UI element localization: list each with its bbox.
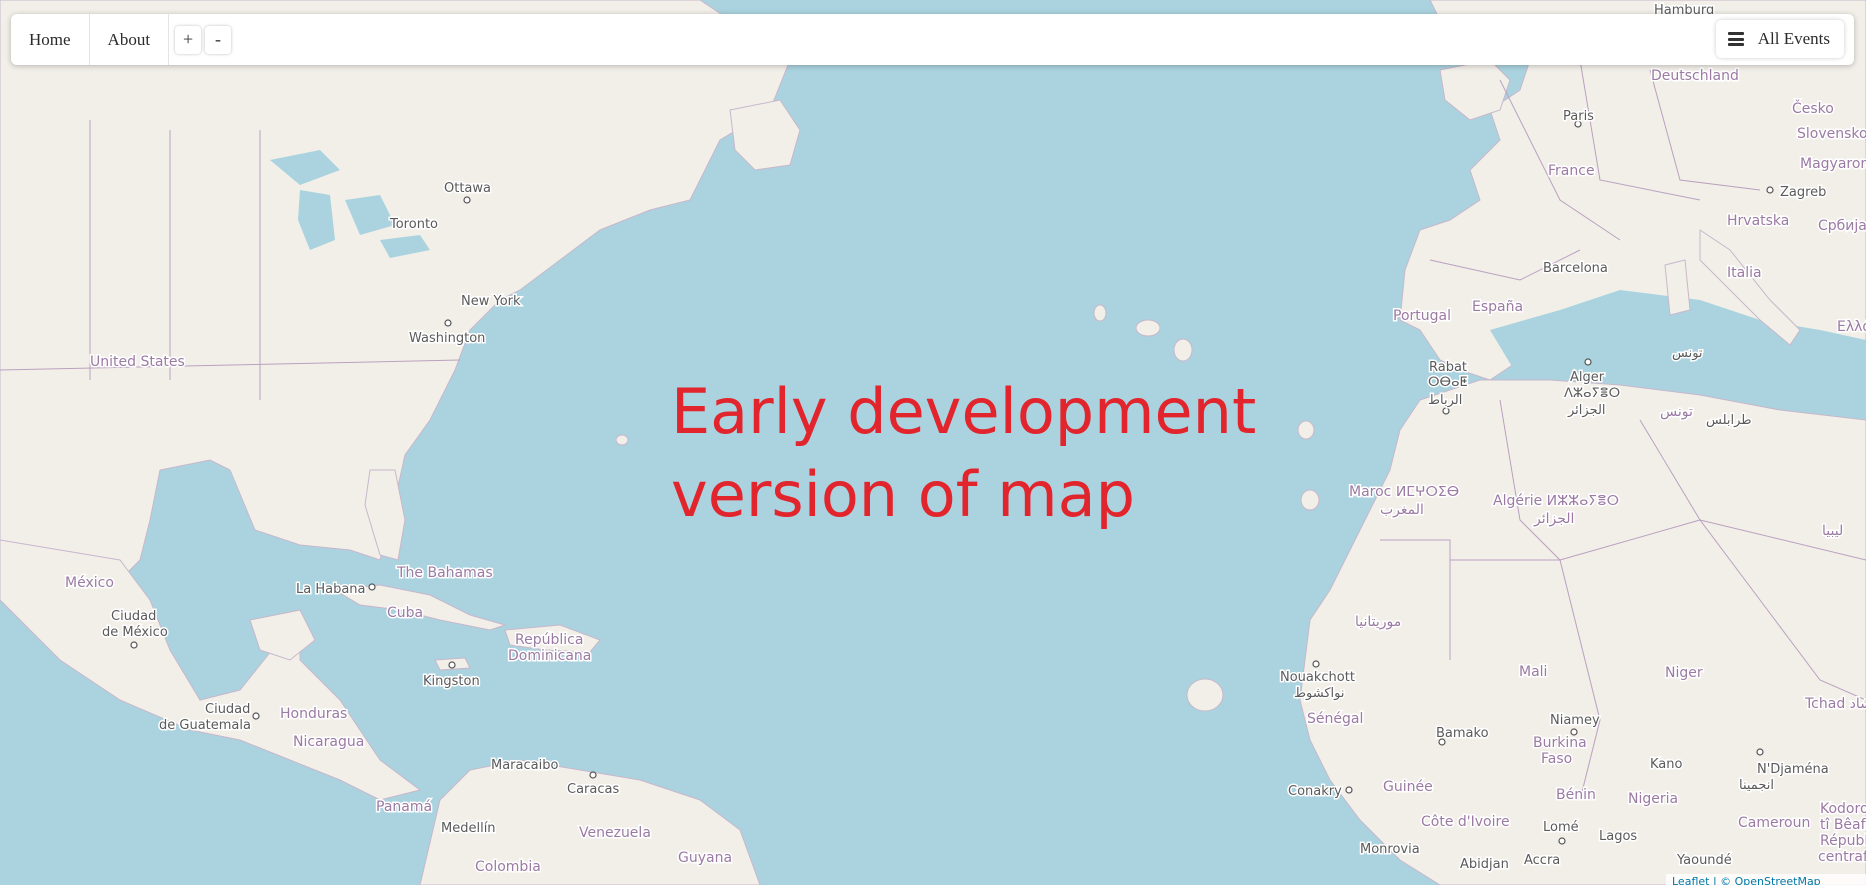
label-united-states: United States (90, 354, 185, 370)
label-abidjan: Abidjan (1460, 857, 1509, 872)
label-barcelona: Barcelona (1543, 261, 1608, 276)
label-monrovia: Monrovia (1360, 842, 1420, 857)
label-yaounde: Yaoundé (1676, 853, 1732, 868)
label-panama: Panamá (376, 799, 432, 815)
label-kodorose-1: Kodorosè (1820, 801, 1866, 817)
label-alger-2: ⴷⵣⴰⵢⴻⵔ (1564, 386, 1620, 401)
label-france: France (1548, 163, 1595, 179)
label-washington: Washington (409, 331, 485, 346)
label-nouakchott-2: نواكشوط (1294, 686, 1344, 701)
label-caracas: Caracas (567, 782, 619, 797)
label-zagreb: Zagreb (1780, 185, 1826, 200)
label-lome: Lomé (1543, 820, 1579, 835)
label-burkina-1: Burkina (1533, 735, 1587, 751)
all-events-button[interactable]: All Events (1715, 20, 1844, 58)
label-tripoli-ar: طرابلس (1706, 413, 1752, 428)
map-attribution[interactable]: Leaflet | © OpenStreetMap (1666, 874, 1866, 885)
label-accra: Accra (1524, 853, 1560, 868)
nav-about-link[interactable]: About (90, 14, 170, 65)
label-ciudad-guatemala-1: Ciudad (205, 702, 250, 717)
navbar: Home About + - All Events (11, 14, 1854, 65)
label-maroc-1: Maroc ⵍⵎⵖⵔⵉⴱ (1349, 484, 1459, 500)
label-mali: Mali (1519, 664, 1547, 680)
label-kodorose-3: Républiqu (1820, 833, 1866, 849)
label-mauritania: موريتانيا (1355, 614, 1401, 630)
label-rabat-2: ⵔⴱⴰⵟ (1428, 375, 1468, 390)
label-guinee: Guinée (1383, 779, 1433, 795)
label-hrvatska: Hrvatska (1727, 213, 1789, 229)
label-italia: Italia (1727, 265, 1762, 281)
label-tunis-ar2: تونس (1660, 404, 1693, 420)
menu-icon (1727, 32, 1744, 46)
nav-home-link[interactable]: Home (11, 14, 90, 65)
label-algerie-1: Algérie ⵍⵣⵣⴰⵢⴻⵔ (1493, 493, 1619, 509)
label-maracaibo: Maracaibo (491, 758, 558, 773)
label-ciudad-mexico-2: de México (102, 625, 168, 640)
label-tunis-ar: تونس (1672, 346, 1703, 361)
label-conakry: Conakry (1288, 784, 1342, 799)
label-medellin: Medellín (441, 821, 496, 836)
label-slovensko: Slovensko (1797, 126, 1866, 142)
label-nouakchott-1: Nouakchott (1280, 670, 1355, 685)
label-honduras: Honduras (280, 706, 347, 722)
label-toronto: Toronto (389, 217, 438, 232)
label-guyana: Guyana (678, 850, 732, 866)
label-mexico: México (65, 575, 114, 591)
label-deutschland: Deutschland (1651, 68, 1739, 84)
label-ottawa: Ottawa (444, 181, 491, 196)
label-magyarorszag: Magyarország (1800, 156, 1866, 172)
label-colombia: Colombia (475, 859, 541, 875)
label-alger-1: Alger (1570, 370, 1605, 385)
label-srbija: Србија (1818, 218, 1866, 234)
label-new-york: New York (461, 294, 521, 309)
label-benin: Bénin (1556, 787, 1596, 803)
label-kingston: Kingston (423, 674, 480, 689)
label-cote-divoire: Côte d'Ivoire (1421, 814, 1510, 830)
development-notice: Early development version of map (671, 370, 1271, 536)
label-rabat-1: Rabat (1429, 360, 1467, 375)
label-ciudad-mexico-1: Ciudad (111, 609, 156, 624)
zoom-in-button[interactable]: + (175, 25, 202, 54)
label-nicaragua: Nicaragua (293, 734, 364, 750)
label-ciudad-guatemala-2: de Guatemala (159, 718, 251, 733)
label-la-habana: La Habana (296, 582, 366, 597)
label-maroc-2: المغرب (1380, 502, 1424, 518)
label-portugal: Portugal (1393, 308, 1451, 324)
label-bamako: Bamako (1436, 726, 1489, 741)
label-senegal: Sénégal (1307, 711, 1363, 727)
label-niger: Niger (1665, 665, 1703, 681)
development-notice-line-1: Early development (671, 375, 1257, 448)
label-republica-2: Dominicana (508, 648, 591, 664)
label-republica-1: República (515, 632, 583, 648)
label-kano: Kano (1650, 757, 1683, 772)
label-libya: ليبيا (1822, 523, 1843, 539)
label-algerie-2: الجزائر (1533, 511, 1574, 527)
development-notice-line-2: version of map (671, 458, 1136, 531)
label-bahamas: The Bahamas (396, 565, 493, 581)
label-venezuela: Venezuela (579, 825, 651, 841)
label-tchad: Tchad تشاد (1804, 696, 1866, 712)
label-ndjamena-2: انجمينا (1739, 778, 1774, 793)
label-cesko: Česko (1792, 99, 1834, 117)
label-rabat-3: الرباط (1428, 393, 1462, 408)
label-kodorose-2: tî Bêafrîka (1820, 817, 1866, 833)
label-paris: Paris (1563, 109, 1594, 124)
zoom-controls: + - (175, 25, 232, 54)
label-burkina-2: Faso (1541, 751, 1572, 767)
label-ellada: Ελλά (1837, 319, 1866, 335)
label-espana: España (1472, 299, 1523, 315)
label-cuba: Cuba (387, 605, 423, 621)
label-niamey: Niamey (1550, 713, 1600, 728)
label-cameroun: Cameroun (1738, 815, 1810, 831)
zoom-out-button[interactable]: - (205, 25, 232, 54)
label-alger-3: الجزائر (1567, 403, 1606, 418)
label-ndjamena-1: N'Djaména (1757, 762, 1829, 777)
label-nigeria: Nigeria (1628, 791, 1678, 807)
label-kodorose-4: centrafrica (1818, 849, 1866, 865)
label-lagos: Lagos (1599, 829, 1637, 844)
all-events-label: All Events (1757, 29, 1830, 48)
